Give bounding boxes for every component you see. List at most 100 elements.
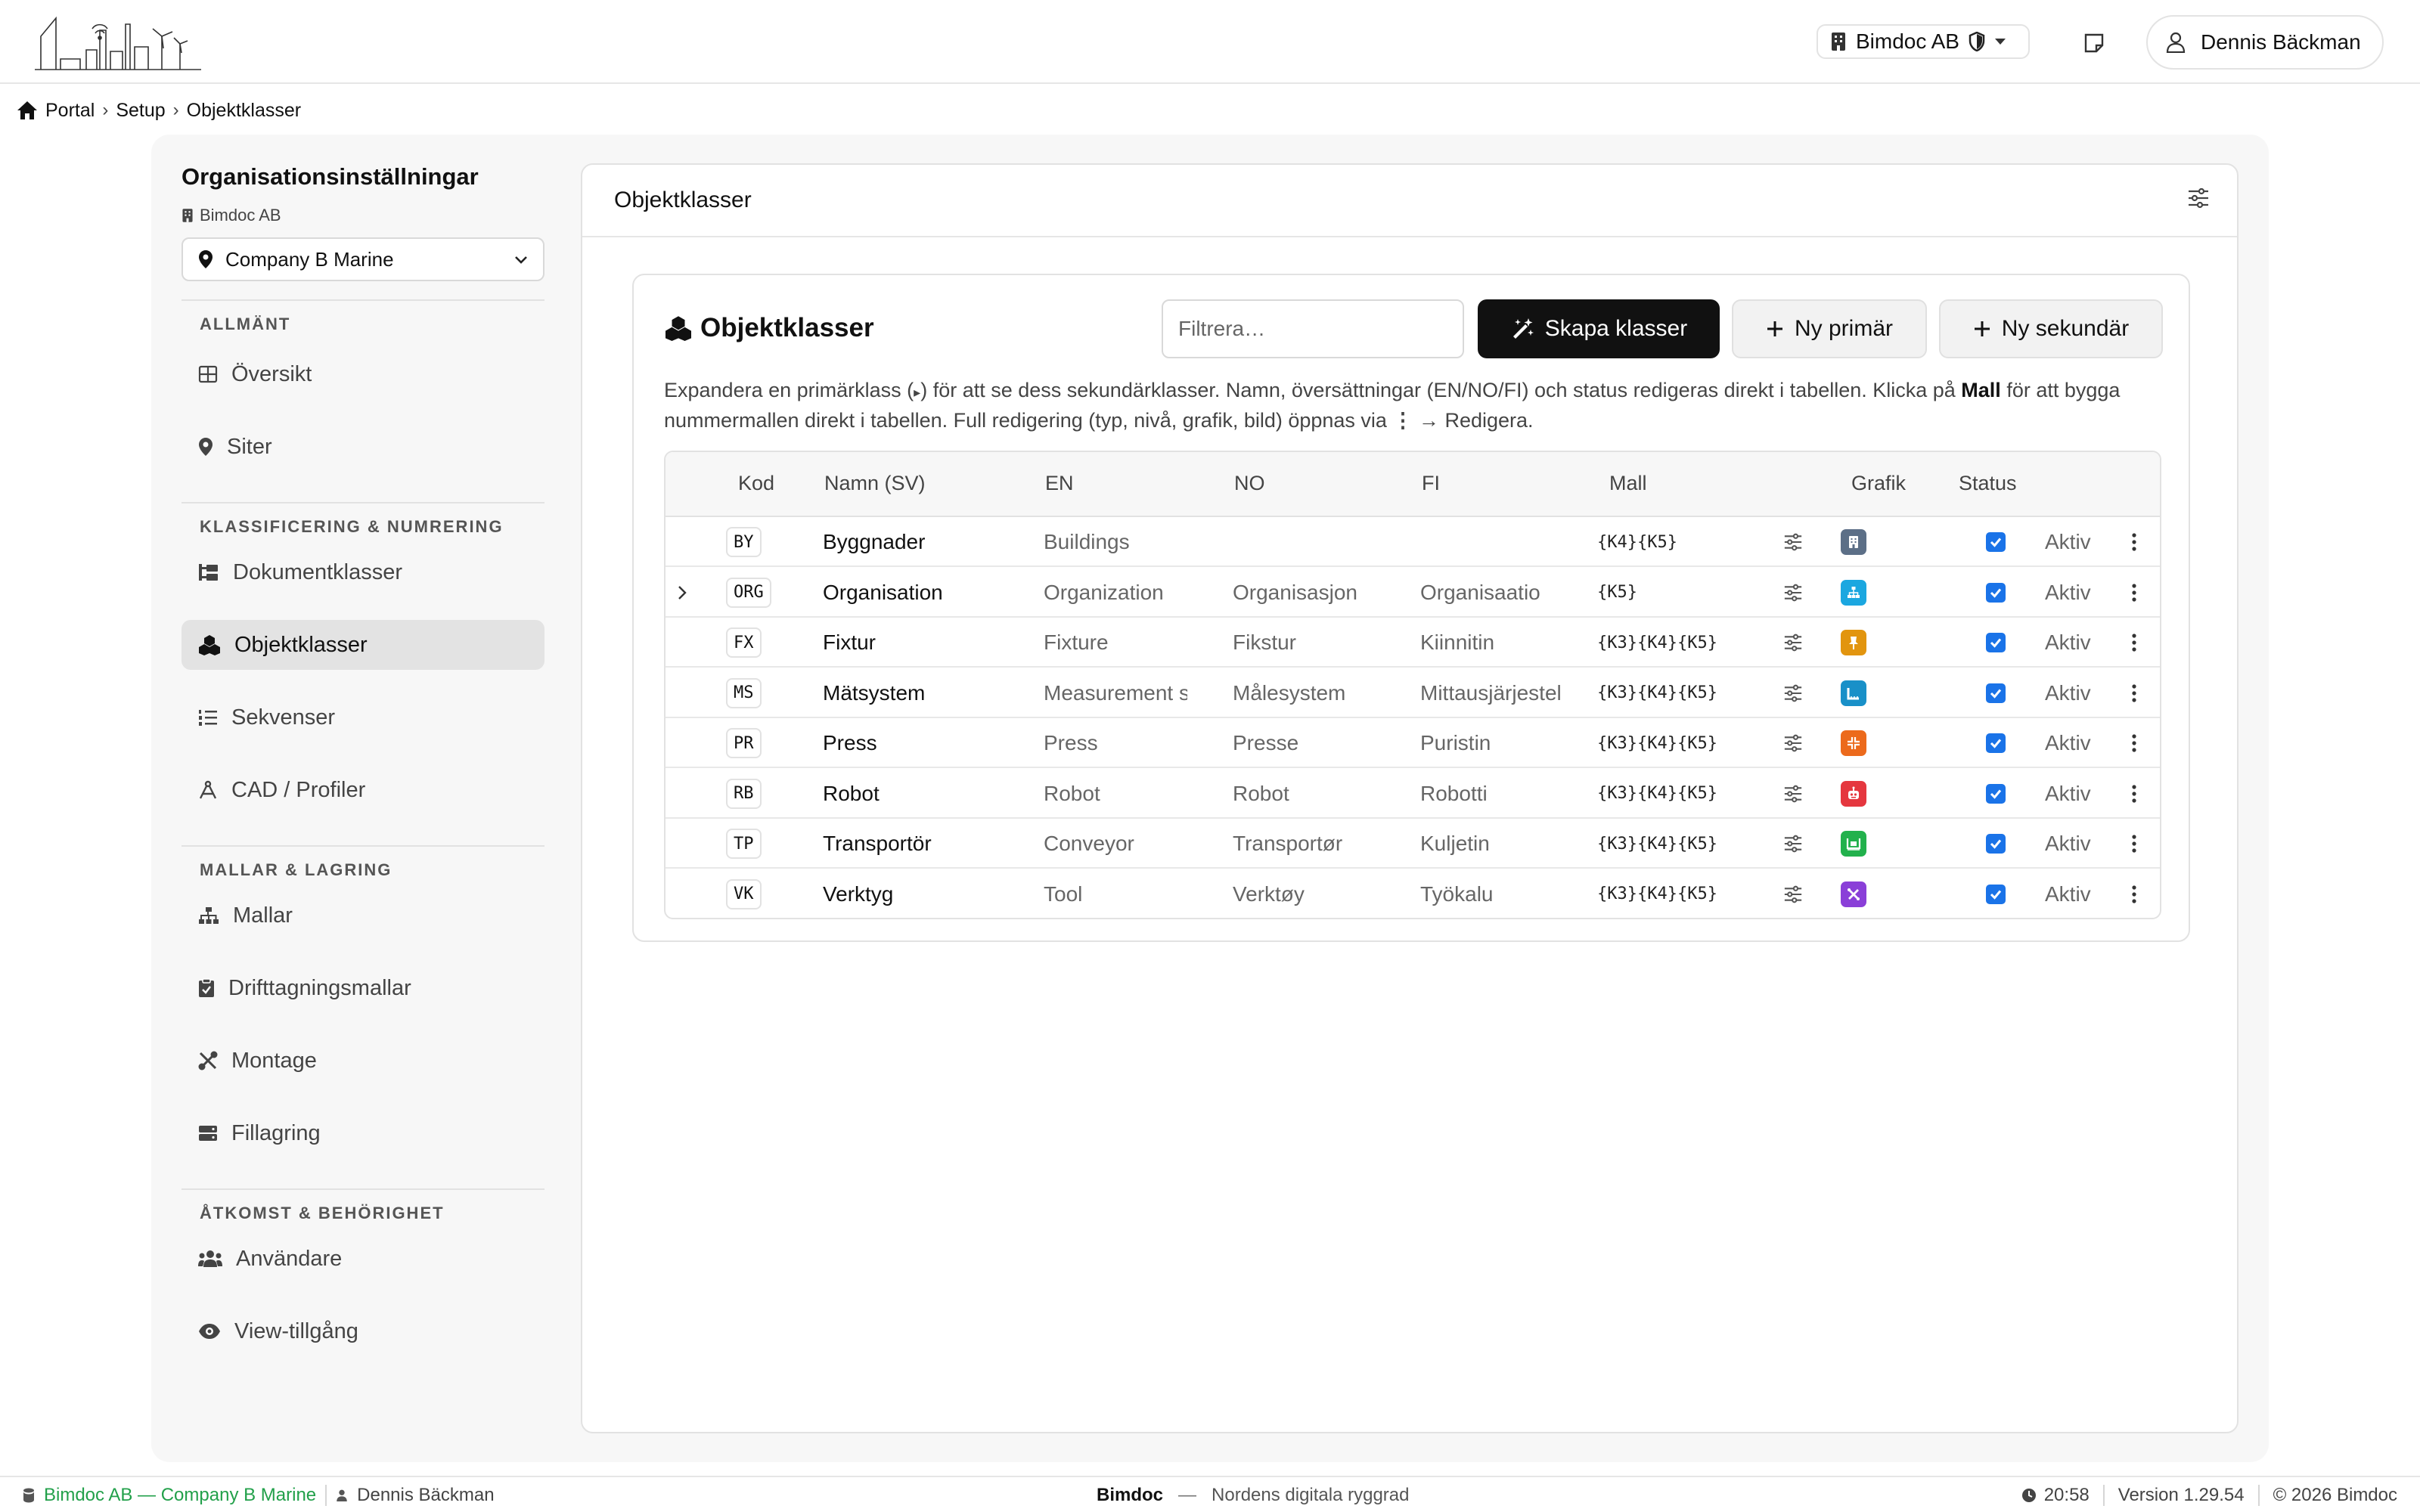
row-menu-button[interactable]	[2131, 568, 2137, 618]
name-no-cell[interactable]	[1233, 517, 1407, 567]
sidebar-item-cad-profiler[interactable]: CAD / Profiler	[182, 765, 544, 815]
sidebar-item-mallar[interactable]: Mallar	[182, 891, 544, 940]
mall-builder-button[interactable]	[1783, 568, 1803, 618]
name-no-cell[interactable]: Organisasjon	[1233, 568, 1407, 618]
name-no-cell[interactable]: Fikstur	[1233, 618, 1407, 668]
row-menu-button[interactable]	[2131, 819, 2137, 869]
mall-builder-button[interactable]	[1783, 517, 1803, 567]
home-icon[interactable]	[17, 101, 38, 120]
name-sv-cell[interactable]: Press	[823, 718, 1035, 768]
name-no-cell[interactable]: Målesystem	[1233, 668, 1407, 718]
sidebar-item-objektklasser[interactable]: Objektklasser	[182, 620, 544, 670]
table-row[interactable]: BY Byggnader Buildings {K4}{K5} Aktiv	[666, 517, 2160, 567]
city-skyline-logo[interactable]	[35, 14, 201, 74]
sidebar-item-view-tillgang[interactable]: View-tillgång	[182, 1306, 544, 1356]
name-en-cell[interactable]: Conveyor	[1044, 819, 1187, 869]
col-fi[interactable]: FI	[1422, 472, 1440, 495]
mall-builder-button[interactable]	[1783, 668, 1803, 718]
mall-builder-button[interactable]	[1783, 618, 1803, 668]
name-fi-cell[interactable]: Organisaatio	[1420, 568, 1579, 618]
footer-org-site[interactable]: Bimdoc AB — Company B Marine	[44, 1485, 316, 1506]
active-checkbox[interactable]	[1986, 819, 2006, 869]
sidebar-item-drifttagningsmallar[interactable]: Drifttagningsmallar	[182, 963, 544, 1013]
mall-cell[interactable]: {K3}{K4}{K5}	[1597, 618, 1717, 668]
new-primary-button[interactable]: Ny primär	[1732, 299, 1927, 358]
sidebar-item-sekvenser[interactable]: Sekvenser	[182, 692, 544, 742]
table-row[interactable]: TP Transportör Conveyor Transportør Kuljetin…	[666, 819, 2160, 869]
row-menu-button[interactable]	[2131, 517, 2137, 567]
mall-cell[interactable]: {K4}{K5}	[1597, 517, 1677, 567]
sidebar-item-dokumentklasser[interactable]: Dokumentklasser	[182, 547, 544, 597]
name-en-cell[interactable]: Buildings	[1044, 517, 1187, 567]
create-classes-button[interactable]: Skapa klasser	[1478, 299, 1720, 358]
table-row[interactable]: RB Robot Robot Robot Robotti {K3}{K4}{K5} Akti…	[666, 769, 2160, 819]
sidebar-item-anvandare[interactable]: Användare	[182, 1234, 544, 1284]
name-no-cell[interactable]: Robot	[1233, 769, 1407, 819]
name-fi-cell[interactable]: Kuljetin	[1420, 819, 1579, 869]
name-sv-cell[interactable]: Byggnader	[823, 517, 1035, 567]
name-no-cell[interactable]: Verktøy	[1233, 869, 1407, 919]
table-row[interactable]: ORG Organisation Organization Organisasjon O…	[666, 568, 2160, 618]
name-sv-cell[interactable]: Robot	[823, 769, 1035, 819]
active-checkbox[interactable]	[1986, 618, 2006, 668]
name-fi-cell[interactable]: Puristin	[1420, 718, 1579, 768]
active-checkbox[interactable]	[1986, 568, 2006, 618]
breadcrumb-portal[interactable]: Portal	[45, 100, 95, 122]
mall-cell[interactable]: {K3}{K4}{K5}	[1597, 769, 1717, 819]
mall-builder-button[interactable]	[1783, 769, 1803, 819]
breadcrumb-setup[interactable]: Setup	[116, 100, 165, 122]
row-menu-button[interactable]	[2131, 769, 2137, 819]
name-fi-cell[interactable]: Robotti	[1420, 769, 1579, 819]
sidebar-item-siter[interactable]: Siter	[182, 422, 544, 472]
notes-button[interactable]	[2077, 26, 2111, 60]
mall-builder-button[interactable]	[1783, 718, 1803, 768]
active-checkbox[interactable]	[1986, 517, 2006, 567]
expand-chevron-icon[interactable]	[675, 568, 690, 618]
name-en-cell[interactable]: Robot	[1044, 769, 1187, 819]
user-menu-button[interactable]: Dennis Bäckman	[2146, 15, 2384, 70]
name-fi-cell[interactable]: Mittausjärjestel	[1420, 668, 1579, 718]
col-status[interactable]: Status	[1959, 472, 2017, 495]
col-no[interactable]: NO	[1234, 472, 1265, 495]
name-no-cell[interactable]: Transportør	[1233, 819, 1407, 869]
row-menu-button[interactable]	[2131, 718, 2137, 768]
sliders-icon[interactable]	[2187, 187, 2210, 209]
row-menu-button[interactable]	[2131, 668, 2137, 718]
table-row[interactable]: VK Verktyg Tool Verktøy Työkalu {K3}{K4}{K5} A…	[666, 869, 2160, 919]
name-en-cell[interactable]: Measurement s	[1044, 668, 1187, 718]
col-kod[interactable]: Kod	[738, 472, 774, 495]
mall-cell[interactable]: {K3}{K4}{K5}	[1597, 819, 1717, 869]
active-checkbox[interactable]	[1986, 869, 2006, 919]
col-grafik[interactable]: Grafik	[1851, 472, 1906, 495]
table-row[interactable]: MS Mätsystem Measurement s Målesystem Mittau…	[666, 668, 2160, 718]
site-select[interactable]: Company B Marine	[182, 237, 544, 281]
active-checkbox[interactable]	[1986, 718, 2006, 768]
table-row[interactable]: FX Fixtur Fixture Fikstur Kiinnitin {K3}{K4}{…	[666, 618, 2160, 668]
mall-cell[interactable]: {K5}	[1597, 568, 1637, 618]
sidebar-item-montage[interactable]: Montage	[182, 1036, 544, 1086]
name-en-cell[interactable]: Organization	[1044, 568, 1187, 618]
name-sv-cell[interactable]: Verktyg	[823, 869, 1035, 919]
name-sv-cell[interactable]: Transportör	[823, 819, 1035, 869]
filter-input[interactable]	[1162, 299, 1464, 358]
mall-builder-button[interactable]	[1783, 869, 1803, 919]
name-sv-cell[interactable]: Fixtur	[823, 618, 1035, 668]
row-menu-button[interactable]	[2131, 869, 2137, 919]
active-checkbox[interactable]	[1986, 769, 2006, 819]
mall-cell[interactable]: {K3}{K4}{K5}	[1597, 668, 1717, 718]
row-menu-button[interactable]	[2131, 618, 2137, 668]
name-fi-cell[interactable]	[1420, 517, 1579, 567]
name-fi-cell[interactable]: Kiinnitin	[1420, 618, 1579, 668]
name-sv-cell[interactable]: Mätsystem	[823, 668, 1035, 718]
col-mall[interactable]: Mall	[1609, 472, 1647, 495]
col-namn[interactable]: Namn (SV)	[824, 472, 926, 495]
col-en[interactable]: EN	[1045, 472, 1074, 495]
active-checkbox[interactable]	[1986, 668, 2006, 718]
sidebar-item-oversikt[interactable]: Översikt	[182, 349, 544, 399]
table-row[interactable]: PR Press Press Presse Puristin {K3}{K4}{K5} Ak…	[666, 718, 2160, 768]
org-switcher[interactable]: Bimdoc AB	[1817, 24, 2030, 59]
name-en-cell[interactable]: Fixture	[1044, 618, 1187, 668]
mall-builder-button[interactable]	[1783, 819, 1803, 869]
name-no-cell[interactable]: Presse	[1233, 718, 1407, 768]
name-en-cell[interactable]: Tool	[1044, 869, 1187, 919]
